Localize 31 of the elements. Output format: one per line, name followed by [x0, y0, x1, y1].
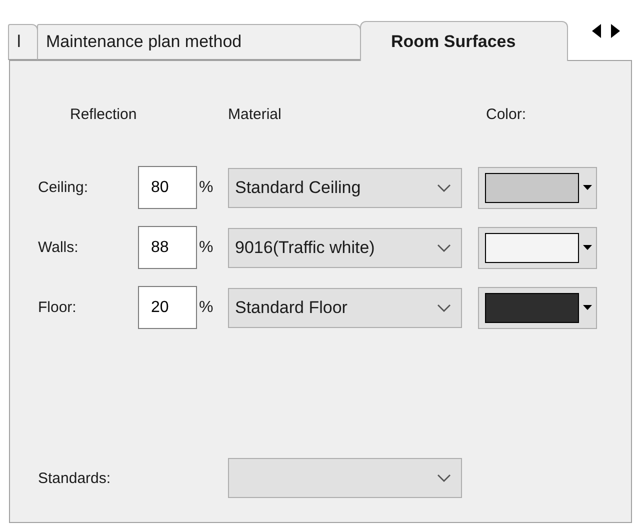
color-picker[interactable]	[478, 166, 597, 208]
reflection-input[interactable]: 80	[138, 166, 197, 209]
caret-icon	[583, 185, 592, 190]
reflection-input[interactable]: 20	[138, 286, 197, 329]
percent-label: %	[199, 238, 214, 256]
field-label: Standards:	[38, 470, 112, 486]
percent-label: %	[199, 178, 214, 196]
field-label: Ceiling:	[38, 179, 90, 196]
scroll-left-icon[interactable]	[592, 24, 602, 38]
tab[interactable]: Maintenance plan method	[37, 24, 361, 60]
material-dropdown[interactable]: 9016(Traffic white)	[228, 228, 462, 268]
material-dropdown[interactable]: Standard Ceiling	[228, 168, 462, 208]
reflection-input[interactable]: 88	[138, 226, 197, 269]
tab[interactable]: Room Surfaces	[360, 21, 568, 61]
field-label: Walls:	[38, 239, 80, 256]
material-dropdown[interactable]: Standard Floor	[228, 288, 462, 328]
chevron-down-icon	[437, 184, 451, 192]
chevron-down-icon	[437, 474, 451, 482]
caret-icon	[583, 305, 592, 310]
tab[interactable]: l	[8, 24, 38, 60]
chevron-down-icon	[437, 244, 451, 252]
field-label: Floor:	[38, 299, 78, 316]
scroll-right-icon[interactable]	[610, 24, 620, 38]
caret-icon	[583, 245, 592, 250]
column-header: Reflection	[70, 106, 137, 123]
chevron-down-icon	[437, 304, 451, 312]
color-picker[interactable]	[478, 286, 597, 328]
percent-label: %	[199, 298, 214, 316]
column-header: Material	[228, 106, 282, 123]
color-picker[interactable]	[478, 226, 597, 268]
column-header: Color:	[486, 106, 528, 123]
